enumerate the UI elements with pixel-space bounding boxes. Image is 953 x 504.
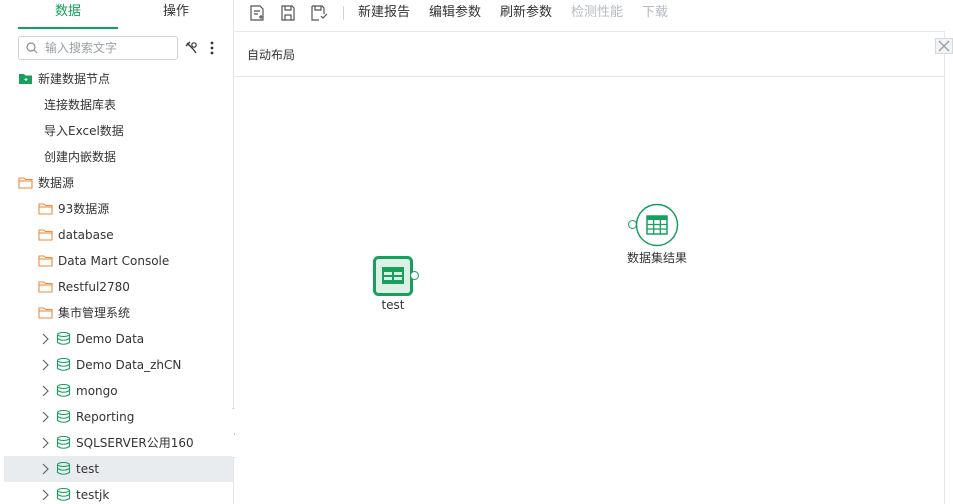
right-panel-edge <box>944 31 953 504</box>
database-icon <box>56 358 71 371</box>
database-icon <box>56 410 71 423</box>
tree-item-label: mongo <box>76 384 118 398</box>
tree-item-label: SQLSERVER公用160 <box>76 436 194 450</box>
tree-item-database[interactable]: testjk <box>4 482 233 504</box>
refresh-params-button[interactable]: 刷新参数 <box>500 0 552 26</box>
tree-item-label: Demo Data_zhCN <box>76 358 182 372</box>
tree-item-import-excel[interactable]: 导入Excel数据 <box>4 118 233 144</box>
database-icon <box>56 384 71 397</box>
left-panel: 数据 操作 新建数据节点 <box>0 0 234 504</box>
folder-icon <box>38 255 53 267</box>
database-icon <box>56 436 71 449</box>
chevron-right-icon[interactable] <box>40 463 50 475</box>
tree-item-label: 创建内嵌数据 <box>44 150 117 164</box>
chevron-right-icon[interactable] <box>40 333 50 345</box>
toolbar: 新建报告 编辑参数 刷新参数 检测性能 下载 <box>235 0 953 28</box>
tree-item-label: testjk <box>76 488 110 502</box>
node-label: test <box>381 298 405 312</box>
flow-canvas[interactable] <box>235 78 944 504</box>
tree-item-label: test <box>76 462 100 476</box>
tree-item-label: Demo Data <box>76 332 145 346</box>
edit-params-button[interactable]: 编辑参数 <box>429 0 481 26</box>
chevron-right-icon[interactable] <box>40 437 50 449</box>
tree-item-connect-table[interactable]: 连接数据库表 <box>4 92 233 118</box>
tree-item-label: Reporting <box>76 410 135 424</box>
node-label: 数据集结果 <box>626 251 687 265</box>
tree-item-folder[interactable]: database <box>4 222 233 248</box>
chevron-right-icon[interactable] <box>40 359 50 371</box>
left-tabs: 数据 操作 <box>0 0 234 30</box>
tree-item-label: 93数据源 <box>58 202 110 216</box>
folder-icon <box>38 307 53 319</box>
tree-item-database[interactable]: SQLSERVER公用160 <box>4 430 233 456</box>
database-icon <box>56 332 71 345</box>
tree-item-folder[interactable]: 集市管理系统 <box>4 300 233 326</box>
tree-item-folder[interactable]: 93数据源 <box>4 196 233 222</box>
database-icon <box>56 488 71 501</box>
canvas-header: 自动布局 <box>235 31 944 77</box>
tree-item-database[interactable]: Reporting <box>4 404 233 430</box>
tree-item-label: database <box>58 228 114 242</box>
tree-item-label: 导入Excel数据 <box>44 124 124 138</box>
output-port[interactable] <box>410 271 419 280</box>
tree-item-new-data-node[interactable]: 新建数据节点 <box>4 66 233 92</box>
tree-item-database[interactable]: mongo <box>4 378 233 404</box>
tree-item-database[interactable]: Demo Data_zhCN <box>4 352 233 378</box>
chevron-right-icon[interactable] <box>40 411 50 423</box>
save-as-icon[interactable] <box>310 4 328 22</box>
green-folder-icon <box>19 74 32 84</box>
tree-item-label: 集市管理系统 <box>58 306 131 320</box>
tab-data[interactable]: 数据 <box>18 0 118 30</box>
table-node-test[interactable] <box>373 256 413 296</box>
toolbar-divider <box>343 6 344 20</box>
save-icon[interactable] <box>279 4 297 22</box>
tree-item-label: 数据源 <box>38 176 75 190</box>
search-box <box>18 36 178 60</box>
new-file-icon[interactable] <box>248 4 266 22</box>
database-icon <box>56 462 71 475</box>
check-performance-button[interactable]: 检测性能 <box>571 0 623 26</box>
tree-item-label: 连接数据库表 <box>44 98 117 112</box>
tab-operations[interactable]: 操作 <box>126 0 226 30</box>
folder-icon <box>38 203 53 215</box>
auto-layout-button[interactable]: 自动布局 <box>247 46 295 63</box>
folder-icon <box>18 177 33 189</box>
tree-item-folder[interactable]: Data Mart Console <box>4 248 233 274</box>
tree-item-label: Data Mart Console <box>58 254 170 268</box>
tree-item-folder[interactable]: Restful2780 <box>4 274 233 300</box>
folder-icon <box>38 229 53 241</box>
new-report-button[interactable]: 新建报告 <box>358 0 410 26</box>
close-icon[interactable] <box>935 38 953 54</box>
tree-item-create-embedded[interactable]: 创建内嵌数据 <box>4 144 233 170</box>
chevron-right-icon[interactable] <box>40 489 50 501</box>
tree-item-datasource[interactable]: 数据源 <box>4 170 233 196</box>
more-vertical-icon[interactable] <box>205 40 219 56</box>
dataset-result-node[interactable] <box>635 203 679 247</box>
tool-icon[interactable] <box>184 40 198 56</box>
folder-icon <box>38 281 53 293</box>
tree-item-database[interactable]: Demo Data <box>4 326 233 352</box>
search-icon <box>26 42 38 54</box>
tree-item-database-selected[interactable]: test <box>4 456 233 482</box>
chevron-right-icon[interactable] <box>40 385 50 397</box>
tree-item-label: Restful2780 <box>58 280 130 294</box>
tree-item-label: 新建数据节点 <box>38 72 111 86</box>
app-window: 数据 操作 新建数据节点 <box>0 0 953 504</box>
search-input[interactable] <box>45 39 173 57</box>
download-button[interactable]: 下载 <box>642 0 668 26</box>
